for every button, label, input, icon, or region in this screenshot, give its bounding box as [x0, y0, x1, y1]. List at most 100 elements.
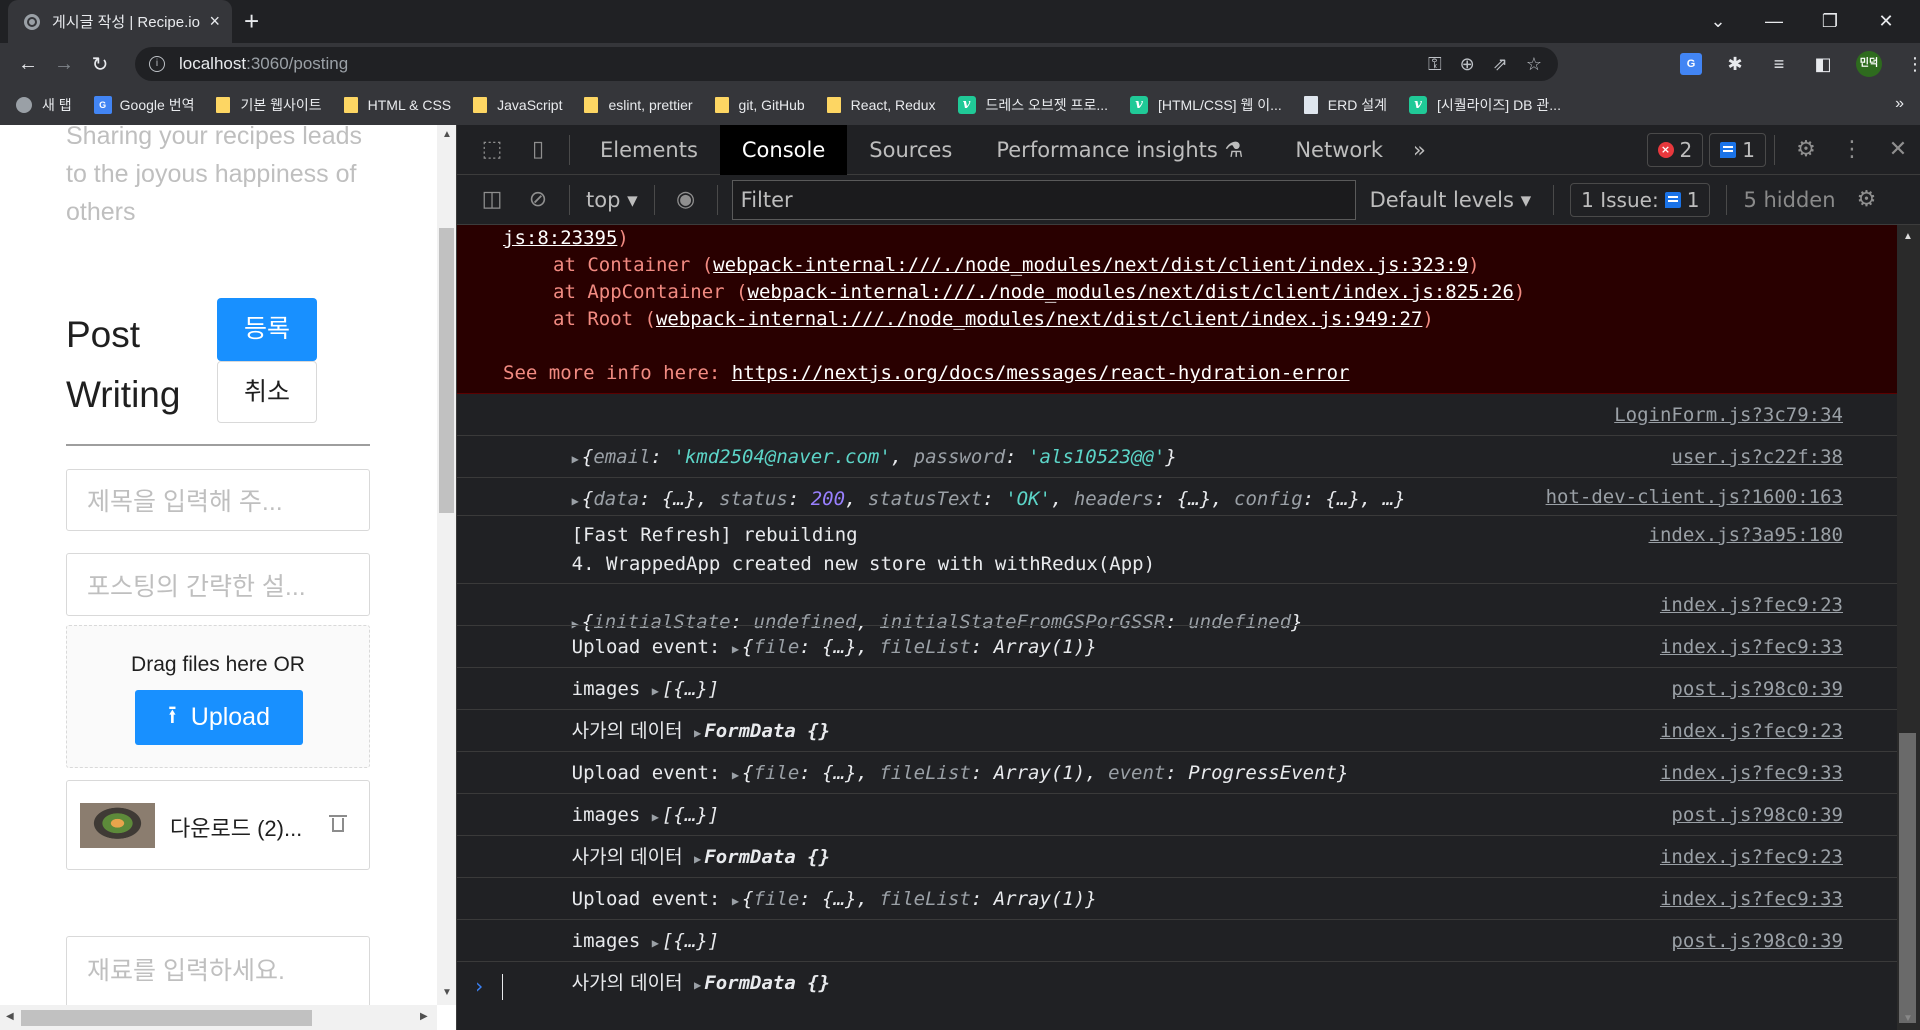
- issues-badge[interactable]: 1 Issue: 1: [1570, 182, 1711, 217]
- reload-icon[interactable]: ↻: [82, 52, 118, 77]
- scroll-up-icon[interactable]: ▲: [1903, 231, 1913, 242]
- scroll-up-icon[interactable]: ▲: [442, 129, 452, 140]
- scroll-thumb[interactable]: [21, 1010, 312, 1026]
- media-icon[interactable]: ≡: [1768, 54, 1790, 75]
- scroll-thumb[interactable]: [1899, 733, 1916, 1023]
- description-input[interactable]: 포스팅의 간략한 설...: [66, 553, 370, 616]
- sidebar-toggle-icon[interactable]: ◫: [469, 187, 515, 212]
- more-info-link[interactable]: https://nextjs.org/docs/messages/react-h…: [732, 362, 1350, 384]
- more-options-icon[interactable]: ⋮: [1829, 137, 1875, 162]
- tab-sources[interactable]: Sources: [847, 125, 974, 175]
- filter-input[interactable]: Filter: [731, 179, 1356, 220]
- page-vertical-scrollbar[interactable]: ▲ ▼: [437, 125, 456, 1005]
- source-link[interactable]: index.js?fec9:33: [1660, 878, 1843, 920]
- source-link[interactable]: post.js?98c0:39: [1671, 668, 1843, 710]
- source-link[interactable]: index.js?fec9:33: [1660, 626, 1843, 668]
- close-window-icon[interactable]: ✕: [1858, 11, 1914, 32]
- bookmark-item[interactable]: G Google 번역: [93, 95, 194, 115]
- site-info-icon[interactable]: i: [149, 56, 165, 72]
- upload-dropzone[interactable]: Drag files here OR ⭱ Upload: [66, 625, 370, 768]
- bookmark-item[interactable]: ERD 설계: [1303, 95, 1387, 115]
- bookmark-folder[interactable]: HTML & CSS: [343, 97, 451, 113]
- key-icon[interactable]: ⚿: [1428, 54, 1442, 75]
- console-settings-icon[interactable]: ⚙: [1844, 187, 1890, 212]
- source-link[interactable]: user.js?c22f:38: [1671, 436, 1843, 478]
- log-row: 사가의 데이터 ▶ FormData {} post.js?98c0:39: [457, 794, 1897, 868]
- close-tab-icon[interactable]: ×: [209, 11, 220, 32]
- new-tab-button[interactable]: +: [244, 6, 259, 36]
- profile-avatar[interactable]: 민덕: [1856, 51, 1882, 77]
- stack-link[interactable]: webpack-internal:///./node_modules/next/…: [748, 281, 1514, 303]
- device-toolbar-icon[interactable]: ▯: [515, 137, 561, 162]
- browser-tab[interactable]: 게시글 작성 | Recipe.io ×: [8, 0, 232, 43]
- stack-link[interactable]: js:8:23395: [503, 227, 617, 249]
- tab-network[interactable]: Network: [1273, 125, 1405, 175]
- error-count-badge[interactable]: × 2: [1646, 132, 1704, 167]
- inspect-element-icon[interactable]: ⬚: [469, 137, 515, 162]
- restore-icon[interactable]: ❐: [1802, 11, 1858, 32]
- context-selector[interactable]: top ▾: [578, 188, 646, 212]
- bookmark-item[interactable]: 새 탭: [16, 95, 72, 115]
- close-devtools-icon[interactable]: ✕: [1875, 137, 1920, 162]
- console-prompt[interactable]: ›: [457, 962, 1897, 1022]
- scroll-down-icon[interactable]: ▼: [442, 987, 452, 998]
- cancel-button[interactable]: 취소: [217, 361, 317, 423]
- message-count-badge[interactable]: 1: [1709, 132, 1766, 167]
- minimize-icon[interactable]: —: [1746, 11, 1802, 32]
- title-input[interactable]: 제목을 입력해 주...: [66, 469, 370, 531]
- page-horizontal-scrollbar[interactable]: ◀ ▶: [0, 1005, 437, 1030]
- log-row: Upload event: ▶ {file: {…}, fileList: Arr…: [457, 710, 1897, 784]
- tab-console[interactable]: Console: [719, 124, 848, 175]
- bookmark-folder[interactable]: git, GitHub: [714, 97, 805, 113]
- log-levels-dropdown[interactable]: Default levels ▾: [1356, 188, 1546, 212]
- stack-link[interactable]: webpack-internal:///./node_modules/next/…: [713, 254, 1468, 276]
- page-viewport: Sharing your recipes leads to the joyous…: [0, 125, 456, 1030]
- forward-icon[interactable]: →: [46, 53, 82, 76]
- share-icon[interactable]: ⇗: [1493, 54, 1508, 75]
- source-link[interactable]: index.js?3a95:180: [1649, 521, 1843, 550]
- bookmark-item[interactable]: v 드레스 오브젯 프로...: [957, 95, 1108, 115]
- star-icon[interactable]: ☆: [1526, 54, 1542, 75]
- upload-button[interactable]: ⭱ Upload: [135, 690, 303, 745]
- bookmark-folder[interactable]: 기본 웹사이트: [216, 95, 322, 115]
- source-link[interactable]: post.js?98c0:39: [1671, 920, 1843, 962]
- tab-search-icon[interactable]: ⌄: [1690, 11, 1746, 32]
- source-link[interactable]: index.js?fec9:23: [1660, 836, 1843, 878]
- settings-icon[interactable]: ⚙: [1783, 137, 1829, 162]
- console-scrollbar[interactable]: ▲ ▼: [1897, 225, 1920, 1030]
- more-tabs-button[interactable]: »: [1405, 125, 1434, 175]
- source-link[interactable]: index.js?fec9:23: [1660, 584, 1843, 626]
- stack-link[interactable]: webpack-internal:///./node_modules/next/…: [656, 308, 1422, 330]
- scroll-down-icon[interactable]: ▼: [1903, 1013, 1913, 1024]
- bookmark-folder[interactable]: React, Redux: [826, 97, 936, 113]
- bookmarks-overflow-button[interactable]: »: [1895, 95, 1904, 113]
- menu-icon[interactable]: ⋮: [1904, 54, 1920, 75]
- bookmark-item[interactable]: v [HTML/CSS] 웹 이...: [1130, 95, 1282, 115]
- source-link[interactable]: hot-dev-client.js?1600:163: [1546, 478, 1843, 516]
- scroll-left-icon[interactable]: ◀: [6, 1011, 14, 1022]
- extensions-icon[interactable]: ✱: [1724, 54, 1746, 75]
- tab-performance-insights[interactable]: Performance insights ⚗: [974, 125, 1265, 175]
- tab-elements[interactable]: Elements: [578, 125, 720, 175]
- scroll-thumb[interactable]: [439, 228, 454, 513]
- delete-icon[interactable]: [329, 812, 347, 834]
- clear-console-icon[interactable]: ⊘: [515, 187, 561, 212]
- zoom-icon[interactable]: ⊕: [1460, 54, 1475, 75]
- console-output: js:8:23395) at Container (webpack-intern…: [457, 225, 1897, 1030]
- source-link[interactable]: post.js?98c0:39: [1671, 794, 1843, 836]
- bookmark-folder[interactable]: eslint, prettier: [584, 97, 693, 113]
- source-link[interactable]: index.js?fec9:23: [1660, 710, 1843, 752]
- ingredients-input[interactable]: 재료를 입력하세요.: [66, 936, 370, 1016]
- back-icon[interactable]: ←: [10, 53, 46, 76]
- bookmark-item[interactable]: v [시퀄라이즈] DB 관...: [1409, 95, 1561, 115]
- side-panel-icon[interactable]: ◧: [1812, 54, 1834, 75]
- address-bar[interactable]: i localhost:3060/posting ⚿ ⊕ ⇗ ☆: [135, 47, 1558, 81]
- submit-button[interactable]: 등록: [217, 298, 317, 361]
- source-link[interactable]: LoginForm.js?3c79:34: [1614, 394, 1843, 436]
- file-name[interactable]: 다운로드 (2)...: [170, 811, 302, 843]
- scroll-right-icon[interactable]: ▶: [420, 1011, 428, 1022]
- bookmark-folder[interactable]: JavaScript: [473, 97, 562, 113]
- google-translate-icon[interactable]: G: [1680, 53, 1702, 75]
- source-link[interactable]: index.js?fec9:33: [1660, 752, 1843, 794]
- live-expression-icon[interactable]: ◉: [663, 187, 709, 212]
